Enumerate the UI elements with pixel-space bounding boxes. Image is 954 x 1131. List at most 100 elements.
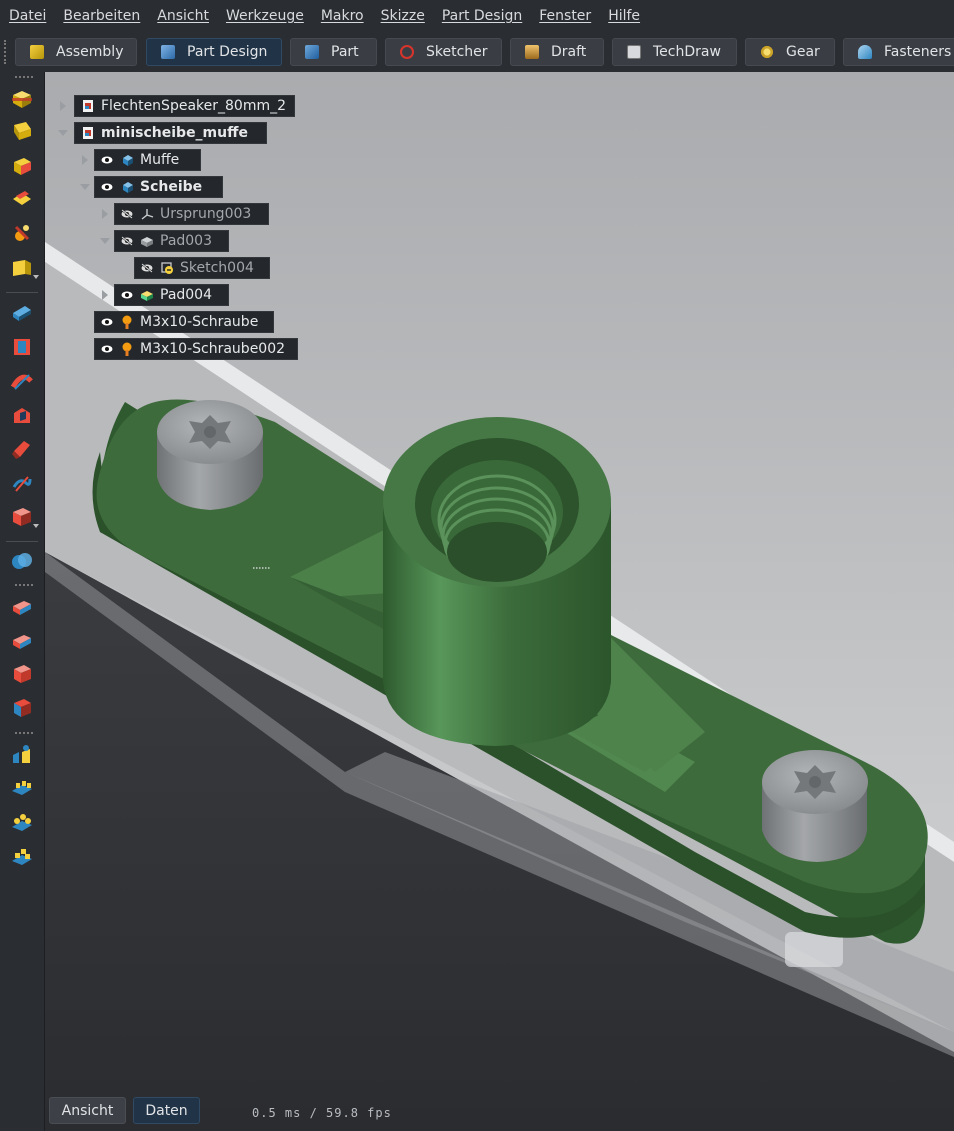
menu-werkzeuge[interactable]: Werkzeuge [217,0,312,32]
chamfer-button[interactable] [9,627,35,653]
sketcher-icon [400,45,414,59]
tree-item-label: Sketch004 [180,260,254,276]
workbench-tab-assembly[interactable]: Assembly [15,38,137,66]
pad-button[interactable] [9,334,35,360]
workbench-tab-label: Sketcher [426,44,488,60]
eye-hidden-icon[interactable] [120,234,134,248]
menu-datei[interactable]: Datei [0,0,54,32]
tree-item-pad-pad004[interactable]: Pad004 [114,284,229,306]
tree-item-document-flechtenspeaker[interactable]: FlechtenSpeaker_80mm_2 [74,95,295,117]
draft-button[interactable] [9,661,35,687]
tree-item-document-minischeibe[interactable]: minischeibe_muffe [74,122,267,144]
eye-hidden-icon[interactable] [140,261,154,275]
thickness-button[interactable] [9,695,35,721]
collapse-arrow-icon[interactable] [80,182,90,192]
workbench-tab-label: Assembly [56,44,124,60]
workbench-tab-techdraw[interactable]: TechDraw [612,38,737,66]
fillet-button[interactable] [9,593,35,619]
menu-fenster[interactable]: Fenster [530,0,599,32]
expand-arrow-icon[interactable] [58,101,68,111]
tree-item-body-scheibe[interactable]: Scheibe [94,176,223,198]
toolbar-grip[interactable] [15,732,33,735]
polar-pattern-button[interactable] [9,810,35,836]
collapse-arrow-icon[interactable] [58,128,68,138]
screw-icon [120,342,134,356]
fps-counter: 0.5 ms / 59.8 fps [252,1106,392,1120]
shape-binder-button[interactable] [9,118,35,144]
new-sketch-button[interactable] [9,300,35,326]
menu-hilfe[interactable]: Hilfe [599,0,648,32]
revolution-button[interactable] [9,368,35,394]
expand-arrow-icon[interactable] [100,290,110,300]
chevron-down-icon[interactable] [33,275,39,279]
boolean-button[interactable] [9,548,35,574]
chamfer-icon [13,635,31,649]
chevron-down-icon[interactable] [33,524,39,528]
tree-item-sketch-sketch004[interactable]: Sketch004 [134,257,270,279]
expand-arrow-icon[interactable] [80,155,90,165]
workbench-tab-fasteners[interactable]: Fasteners [843,38,954,66]
pad-icon [14,339,30,355]
eye-icon[interactable] [100,180,114,194]
menu-part-design[interactable]: Part Design [433,0,530,32]
draft-icon [525,45,539,59]
linear-pattern-icon [12,781,32,795]
toolbar-grip[interactable] [15,584,33,587]
loft-button[interactable] [9,402,35,428]
part-cube-icon [305,45,319,59]
workbench-tab-part[interactable]: Part [290,38,377,66]
additive-box-icon [13,508,31,526]
pad-icon [140,288,154,302]
workbench-tab-gear[interactable]: Gear [745,38,835,66]
workbench-tab-label: TechDraw [653,44,721,60]
draft-face-icon [14,665,31,683]
additive-primitive-button[interactable] [9,504,39,530]
tab-ansicht[interactable]: Ansicht [49,1097,126,1124]
menu-makro[interactable]: Makro [312,0,372,32]
tree-item-screw-m3x10-schraube002[interactable]: M3x10-Schraube002 [94,338,298,360]
tree-item-label: Scheibe [140,179,203,195]
clone-button[interactable] [9,186,35,212]
fasteners-icon [858,45,872,59]
subshape-binder-button[interactable] [9,153,35,179]
workbench-tab-label: Draft [551,44,587,60]
multitransform-icon [12,849,32,865]
tree-item-label: Pad003 [160,233,213,249]
helix-icon [12,476,32,492]
toolbar-grip[interactable] [4,40,7,64]
body-icon [12,91,32,108]
menu-skizze[interactable]: Skizze [372,0,433,32]
tree-item-origin-ursprung003[interactable]: Ursprung003 [114,203,269,225]
tree-item-body-muffe[interactable]: Muffe [94,149,201,171]
multitransform-button[interactable] [9,844,35,870]
linear-pattern-button[interactable] [9,776,35,802]
toolbar-separator [6,292,38,293]
attach-button[interactable] [9,220,35,246]
create-body-button[interactable] [9,86,35,112]
workbench-tab-part-design[interactable]: Part Design [146,38,282,66]
tree-item-pad-pad003[interactable]: Pad003 [114,230,229,252]
workbench-tab-label: Fasteners [884,44,952,60]
workbench-tab-draft[interactable]: Draft [510,38,604,66]
toolbar-grip[interactable] [15,76,33,79]
create-datum-button[interactable] [9,255,39,281]
tree-item-screw-m3x10-schraube[interactable]: M3x10-Schraube [94,311,274,333]
workbench-tab-sketcher[interactable]: Sketcher [385,38,502,66]
shape-binder-icon [14,122,31,140]
collapse-arrow-icon[interactable] [100,236,110,246]
eye-icon[interactable] [100,153,114,167]
tab-daten[interactable]: Daten [133,1097,200,1124]
eye-icon[interactable] [100,315,114,329]
menu-bearbeiten[interactable]: Bearbeiten [54,0,148,32]
document-icon [81,99,95,113]
body-icon [120,180,134,194]
pipe-button[interactable] [9,436,35,462]
menu-ansicht[interactable]: Ansicht [148,0,217,32]
eye-hidden-icon[interactable] [120,207,134,221]
helix-button[interactable] [9,470,35,496]
menu-bar: Datei Bearbeiten Ansicht Werkzeuge Makro… [0,0,954,32]
eye-icon[interactable] [120,288,134,302]
eye-icon[interactable] [100,342,114,356]
mirrored-button[interactable] [9,742,35,768]
expand-arrow-icon[interactable] [100,209,110,219]
